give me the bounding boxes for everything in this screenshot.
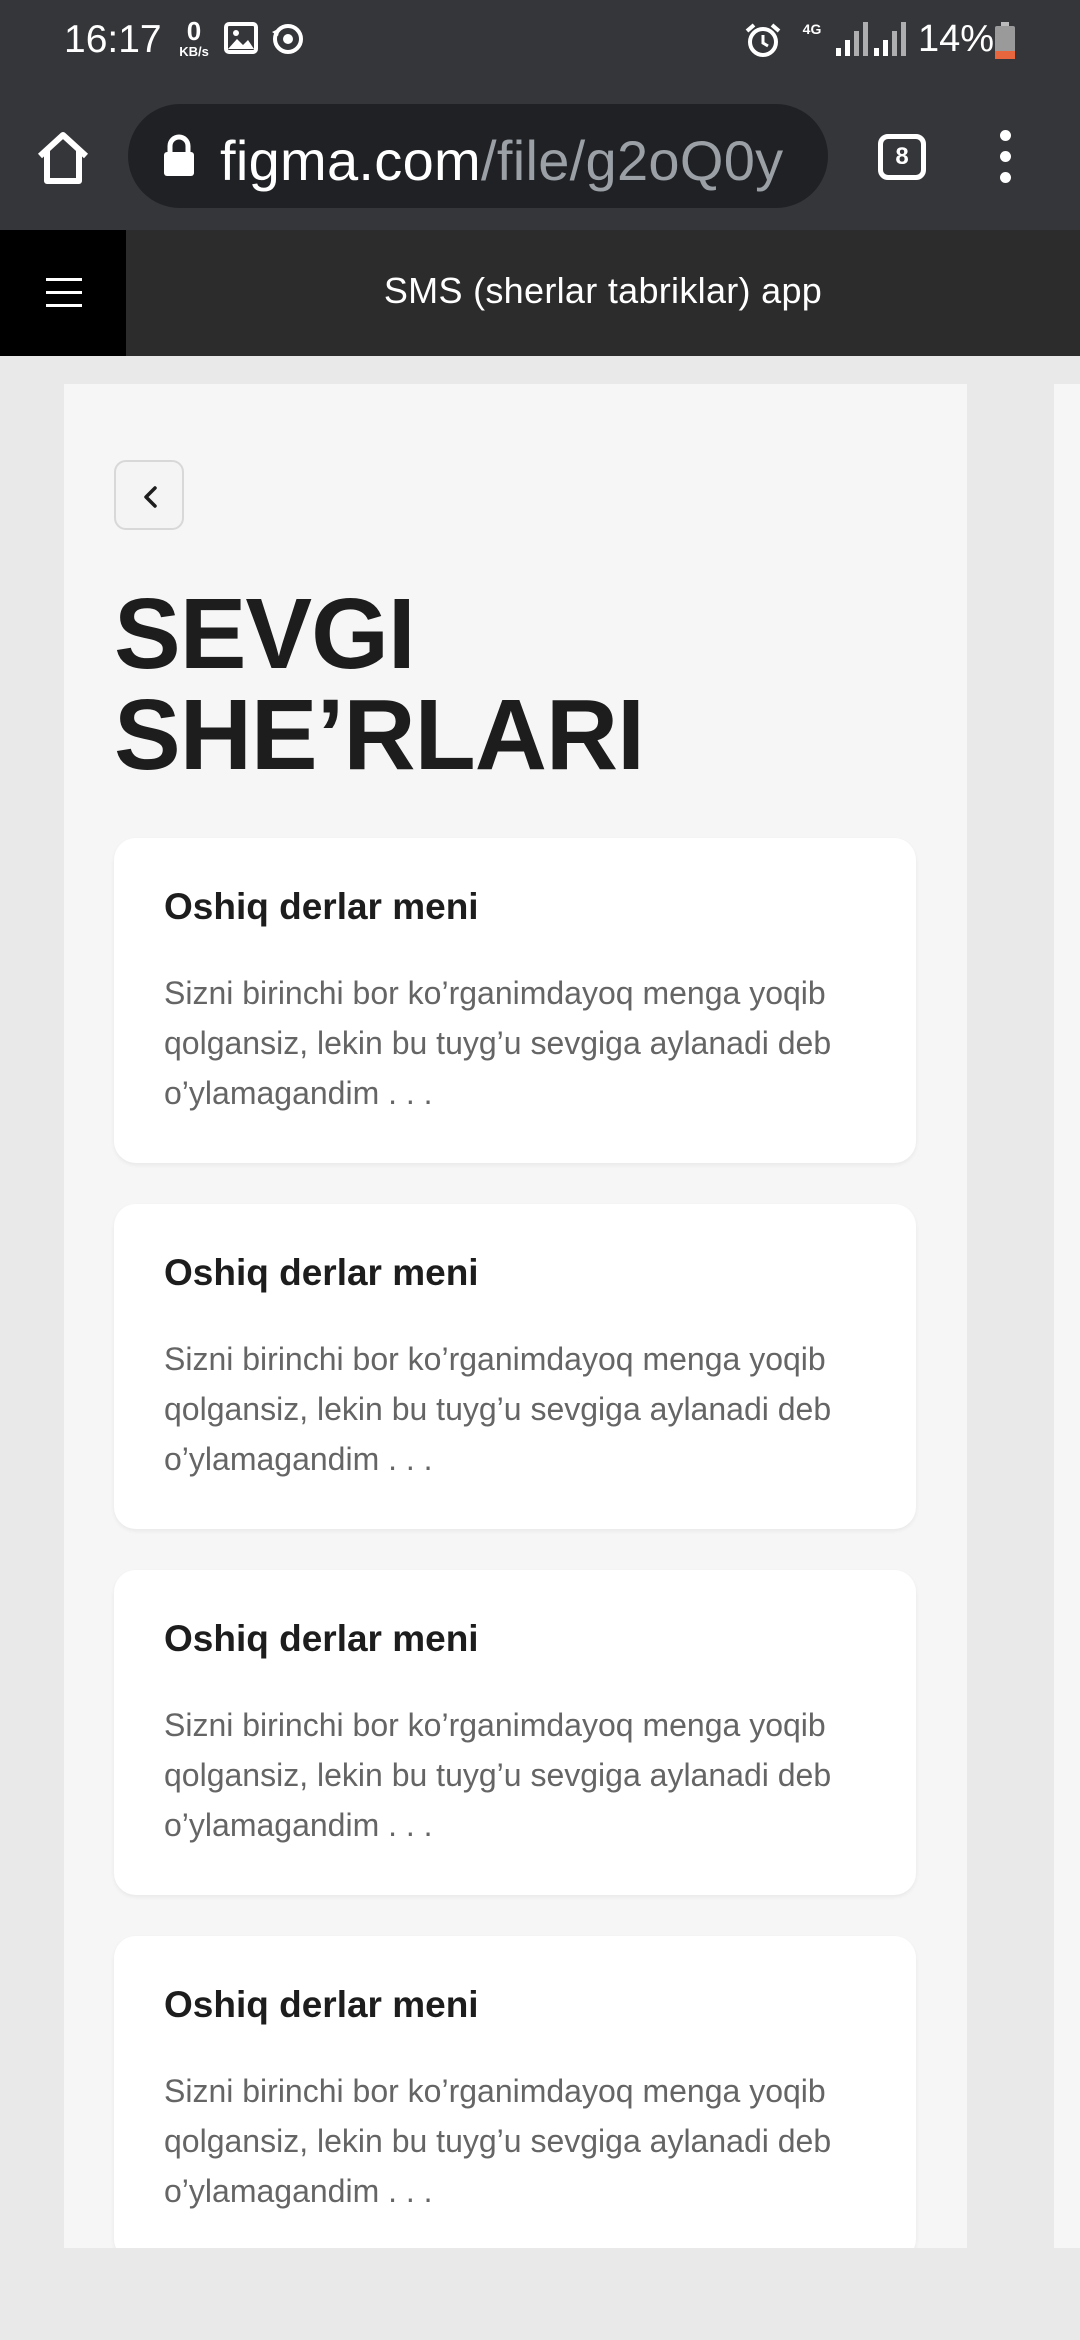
net-speed-value: 0 <box>186 16 202 46</box>
prototype-canvas: SEVGI SHE’RLARI Oshiq derlar meni Sizni … <box>0 356 1080 2340</box>
url-path: /file/g2oQ0y <box>481 129 784 192</box>
image-icon <box>224 22 258 59</box>
battery-percent: 14% <box>918 18 995 60</box>
back-button[interactable] <box>114 460 184 530</box>
tab-count: 8 <box>895 143 909 170</box>
tabs-button[interactable]: 8 <box>878 134 926 180</box>
prototype-frame: SEVGI SHE’RLARI Oshiq derlar meni Sizni … <box>64 384 967 2248</box>
url-text: figma.com/file/g2oQ0y <box>220 128 783 193</box>
home-button[interactable] <box>30 126 96 192</box>
status-bar: 16:17 0 KB/s 4G 14% <box>0 0 1080 84</box>
net-speed-unit: KB/s <box>179 44 209 59</box>
signal-icon <box>872 20 908 63</box>
more-vertical-icon[interactable] <box>990 130 1020 186</box>
status-time: 16:17 <box>64 18 162 61</box>
network-type-label: 4G <box>802 21 822 37</box>
signal-icon <box>834 20 870 63</box>
poem-card[interactable]: Oshiq derlar meni Sizni birinchi bor ko’… <box>114 1570 916 1895</box>
page-title-line1: SEVGI <box>114 578 416 690</box>
poem-title: Oshiq derlar meni <box>164 1984 479 2025</box>
poem-card[interactable]: Oshiq derlar meni Sizni birinchi bor ko’… <box>114 1936 916 2248</box>
hamburger-menu-icon[interactable] <box>0 230 126 356</box>
browser-toolbar: figma.com/file/g2oQ0y 8 <box>0 84 1080 230</box>
url-host: figma.com <box>220 129 481 192</box>
poem-excerpt: Sizni birinchi bor ko’rganimdayoq menga … <box>164 2073 832 2209</box>
page-title: SEVGI SHE’RLARI <box>114 584 914 786</box>
figma-header: SMS (sherlar tabriklar) app <box>0 230 1080 356</box>
page-title-line2: SHE’RLARI <box>114 679 645 791</box>
battery-icon <box>994 22 1016 65</box>
poem-card[interactable]: Oshiq derlar meni Sizni birinchi bor ko’… <box>114 1204 916 1529</box>
home-icon <box>37 132 89 184</box>
poem-excerpt: Sizni birinchi bor ko’rganimdayoq menga … <box>164 1341 832 1477</box>
adjacent-frame <box>1054 384 1080 2248</box>
address-bar[interactable]: figma.com/file/g2oQ0y <box>128 104 828 208</box>
poem-excerpt: Sizni birinchi bor ko’rganimdayoq menga … <box>164 975 832 1111</box>
alarm-icon <box>744 22 782 63</box>
poem-title: Oshiq derlar meni <box>164 1618 479 1659</box>
poem-title: Oshiq derlar meni <box>164 1252 479 1293</box>
lock-icon <box>162 134 196 178</box>
chevron-left-icon <box>144 486 157 508</box>
net-speed-indicator: 0 KB/s <box>172 18 216 58</box>
poem-card[interactable]: Oshiq derlar meni Sizni birinchi bor ko’… <box>114 838 916 1163</box>
figma-file-title: SMS (sherlar tabriklar) app <box>383 270 823 311</box>
sync-icon <box>270 22 306 61</box>
poem-title: Oshiq derlar meni <box>164 886 479 927</box>
poem-excerpt: Sizni birinchi bor ko’rganimdayoq menga … <box>164 1707 832 1843</box>
